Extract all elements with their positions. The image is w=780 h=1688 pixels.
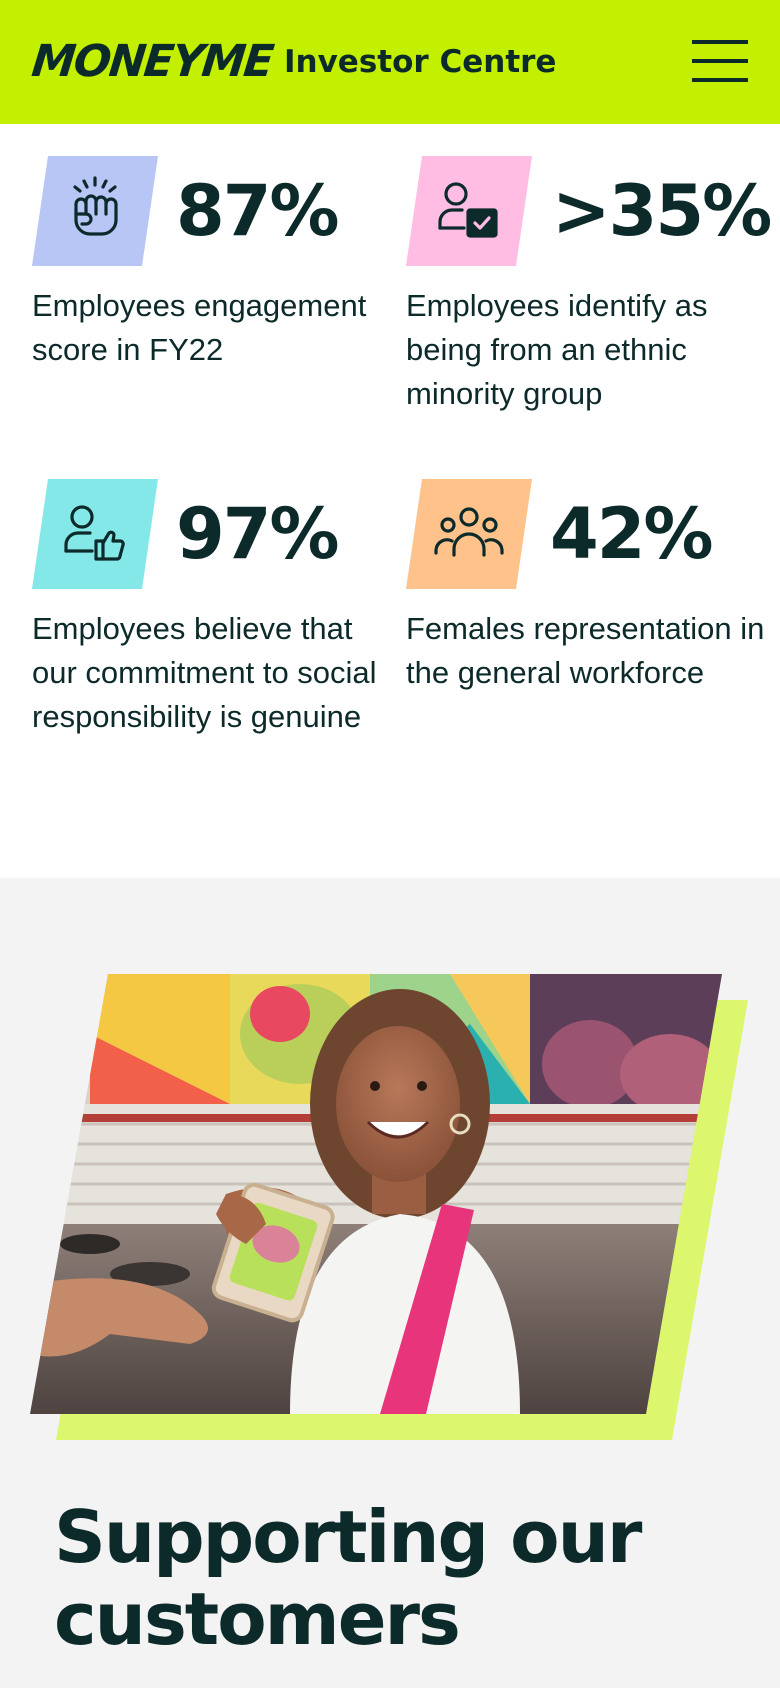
stat-description: Females representation in the general wo… — [406, 611, 765, 690]
user-check-icon — [406, 156, 532, 266]
fist-bump-icon — [32, 156, 158, 266]
stat-social-responsibility: 97% Employees believe that our commitmen… — [32, 479, 392, 799]
moneyme-logo[interactable]: MONEYME — [29, 34, 275, 90]
stat-value: >35% — [552, 170, 772, 252]
stat-description: Employees believe that our commitment to… — [32, 611, 377, 734]
stat-description: Employees engagement score in FY22 — [32, 288, 367, 367]
group-users-icon — [406, 479, 532, 589]
stat-female-representation: 42% Females representation in the genera… — [406, 479, 766, 709]
site-header: MONEYME Investor Centre — [0, 0, 780, 124]
stat-value: 97% — [176, 493, 340, 575]
stat-engagement: 87% Employees engagement score in FY22 — [32, 156, 392, 386]
stat-ethnic-minority: >35% Employees identify as being from an… — [406, 156, 772, 426]
section-heading: Supporting our customers — [54, 1495, 642, 1661]
hamburger-menu-icon[interactable] — [690, 36, 748, 86]
stat-value: 87% — [176, 170, 340, 252]
stat-value: 42% — [550, 493, 714, 575]
user-thumbs-up-icon — [32, 479, 158, 589]
investor-centre-title[interactable]: Investor Centre — [284, 40, 556, 84]
customer-photo — [30, 974, 750, 1440]
stat-description: Employees identify as being from an ethn… — [406, 288, 708, 411]
